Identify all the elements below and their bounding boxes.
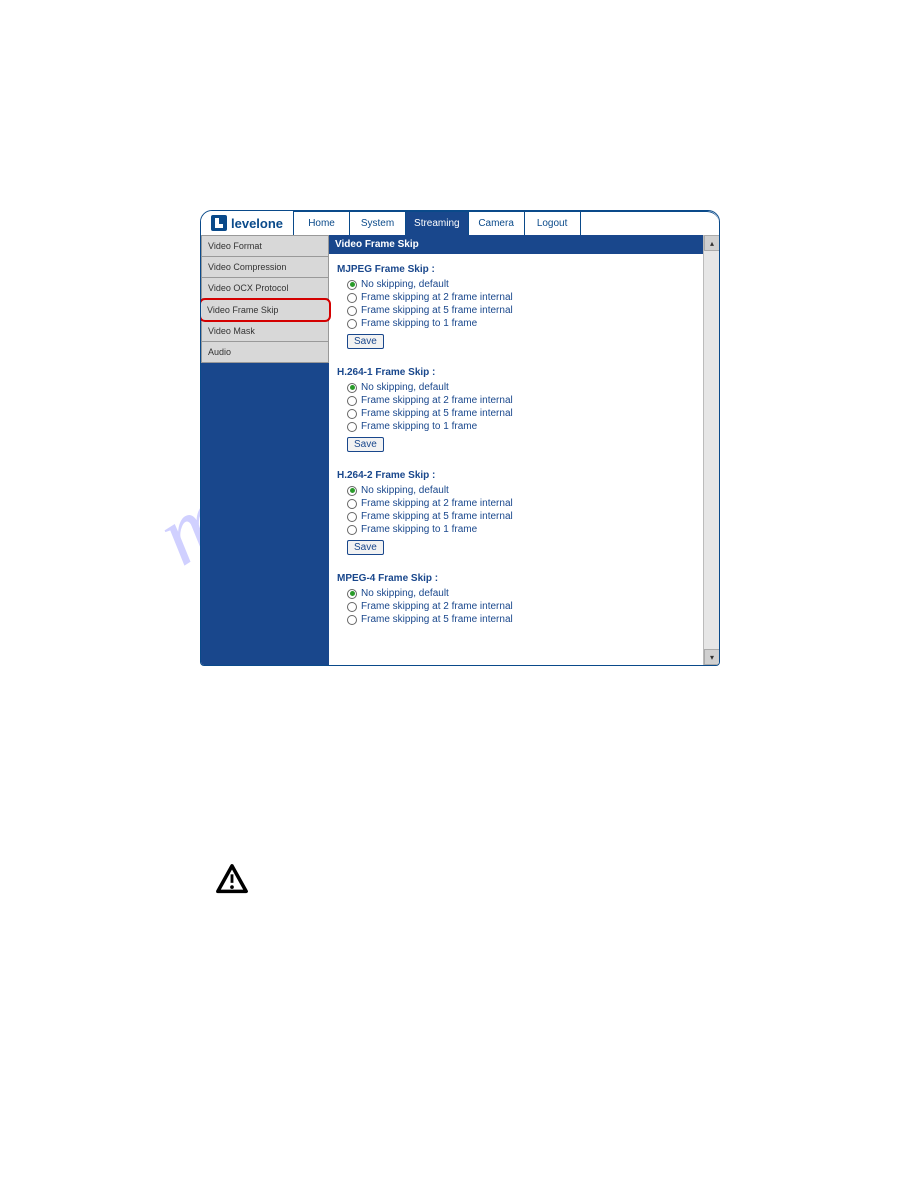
radio-mjpeg-3[interactable]: Frame skipping to 1 frame <box>347 318 695 329</box>
radio-icon[interactable] <box>347 319 357 329</box>
radio-icon[interactable] <box>347 512 357 522</box>
sidebar-item-audio[interactable]: Audio <box>201 342 329 363</box>
radio-label: Frame skipping at 5 frame internal <box>361 511 513 522</box>
radio-icon[interactable] <box>347 486 357 496</box>
sidebar: Video Format Video Compression Video OCX… <box>201 235 329 665</box>
radio-icon[interactable] <box>347 293 357 303</box>
radio-icon[interactable] <box>347 615 357 625</box>
radio-label: Frame skipping at 2 frame internal <box>361 292 513 303</box>
radio-icon[interactable] <box>347 409 357 419</box>
logo-text: levelone <box>231 216 283 231</box>
sidebar-item-video-format[interactable]: Video Format <box>201 235 329 257</box>
radio-icon[interactable] <box>347 499 357 509</box>
radio-mjpeg-1[interactable]: Frame skipping at 2 frame internal <box>347 292 695 303</box>
section-mpeg4: MPEG-4 Frame Skip : No skipping, default… <box>329 563 703 629</box>
radio-label: Frame skipping at 5 frame internal <box>361 408 513 419</box>
app-window: levelone Home System Streaming Camera Lo… <box>200 210 720 666</box>
tab-streaming[interactable]: Streaming <box>406 211 469 235</box>
section-h264-1: H.264-1 Frame Skip : No skipping, defaul… <box>329 357 703 460</box>
radio-mpeg4-0[interactable]: No skipping, default <box>347 588 695 599</box>
radio-h264-2-1[interactable]: Frame skipping at 2 frame internal <box>347 498 695 509</box>
radio-icon[interactable] <box>347 422 357 432</box>
radio-h264-2-2[interactable]: Frame skipping at 5 frame internal <box>347 511 695 522</box>
logo-icon <box>211 215 227 231</box>
scrollbar[interactable]: ▴ ▾ <box>703 235 719 665</box>
radio-label: No skipping, default <box>361 279 449 290</box>
section-head-mjpeg: MJPEG Frame Skip : <box>337 264 695 275</box>
top-tabs: Home System Streaming Camera Logout <box>294 211 719 235</box>
header-row: levelone Home System Streaming Camera Lo… <box>201 211 719 235</box>
panel-title: Video Frame Skip <box>329 235 703 254</box>
radio-label: No skipping, default <box>361 588 449 599</box>
save-button-mjpeg[interactable]: Save <box>347 334 384 349</box>
radio-icon[interactable] <box>347 396 357 406</box>
tab-logout[interactable]: Logout <box>525 211 581 235</box>
content-panel: Video Frame Skip MJPEG Frame Skip : No s… <box>329 235 703 665</box>
save-button-h264-2[interactable]: Save <box>347 540 384 555</box>
radio-label: Frame skipping at 5 frame internal <box>361 614 513 625</box>
radio-h264-1-3[interactable]: Frame skipping to 1 frame <box>347 421 695 432</box>
radio-mjpeg-2[interactable]: Frame skipping at 5 frame internal <box>347 305 695 316</box>
section-head-h264-2: H.264-2 Frame Skip : <box>337 470 695 481</box>
scroll-down-icon[interactable]: ▾ <box>704 649 720 665</box>
scroll-up-icon[interactable]: ▴ <box>704 235 720 251</box>
radio-icon[interactable] <box>347 280 357 290</box>
radio-label: No skipping, default <box>361 485 449 496</box>
radio-label: Frame skipping to 1 frame <box>361 421 477 432</box>
logo: levelone <box>201 211 294 235</box>
radio-icon[interactable] <box>347 589 357 599</box>
sidebar-item-video-compression[interactable]: Video Compression <box>201 257 329 278</box>
radio-h264-2-0[interactable]: No skipping, default <box>347 485 695 496</box>
radio-icon[interactable] <box>347 383 357 393</box>
sidebar-item-video-ocx-protocol[interactable]: Video OCX Protocol <box>201 278 329 299</box>
radio-label: Frame skipping at 2 frame internal <box>361 395 513 406</box>
radio-label: Frame skipping at 5 frame internal <box>361 305 513 316</box>
warning-icon <box>215 863 249 902</box>
radio-mpeg4-2[interactable]: Frame skipping at 5 frame internal <box>347 614 695 625</box>
radio-mpeg4-1[interactable]: Frame skipping at 2 frame internal <box>347 601 695 612</box>
radio-h264-1-0[interactable]: No skipping, default <box>347 382 695 393</box>
sidebar-item-video-mask[interactable]: Video Mask <box>201 321 329 342</box>
radio-label: Frame skipping to 1 frame <box>361 524 477 535</box>
sidebar-item-video-frame-skip[interactable]: Video Frame Skip <box>200 298 331 322</box>
radio-icon[interactable] <box>347 306 357 316</box>
radio-mjpeg-0[interactable]: No skipping, default <box>347 279 695 290</box>
radio-label: Frame skipping to 1 frame <box>361 318 477 329</box>
tab-home[interactable]: Home <box>294 211 350 235</box>
radio-icon[interactable] <box>347 525 357 535</box>
radio-label: Frame skipping at 2 frame internal <box>361 601 513 612</box>
tab-system[interactable]: System <box>350 211 406 235</box>
radio-label: Frame skipping at 2 frame internal <box>361 498 513 509</box>
tab-spacer <box>581 211 719 235</box>
section-h264-2: H.264-2 Frame Skip : No skipping, defaul… <box>329 460 703 563</box>
section-head-mpeg4: MPEG-4 Frame Skip : <box>337 573 695 584</box>
radio-h264-1-2[interactable]: Frame skipping at 5 frame internal <box>347 408 695 419</box>
tab-camera[interactable]: Camera <box>469 211 525 235</box>
save-button-h264-1[interactable]: Save <box>347 437 384 452</box>
section-mjpeg: MJPEG Frame Skip : No skipping, default … <box>329 254 703 357</box>
radio-h264-1-1[interactable]: Frame skipping at 2 frame internal <box>347 395 695 406</box>
section-head-h264-1: H.264-1 Frame Skip : <box>337 367 695 378</box>
radio-h264-2-3[interactable]: Frame skipping to 1 frame <box>347 524 695 535</box>
radio-icon[interactable] <box>347 602 357 612</box>
radio-label: No skipping, default <box>361 382 449 393</box>
